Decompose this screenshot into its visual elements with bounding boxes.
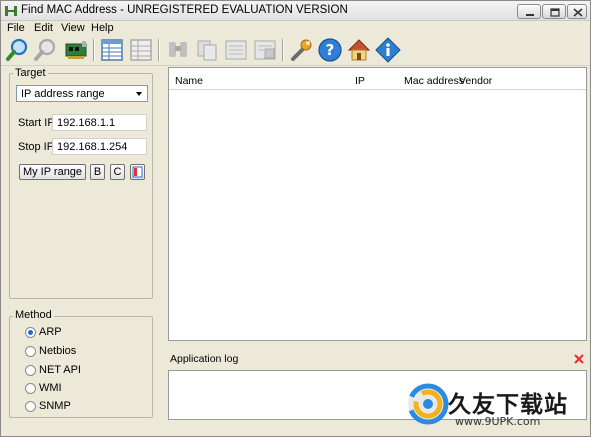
column-mac-address[interactable]: Mac address — [404, 75, 464, 87]
column-name[interactable]: Name — [175, 75, 203, 87]
info-button[interactable] — [375, 37, 401, 63]
close-icon — [573, 8, 583, 17]
minimize-button[interactable] — [517, 4, 541, 19]
class-b-button[interactable]: B — [90, 164, 105, 180]
stop-ip-field[interactable]: 192.168.1.254 — [52, 138, 147, 155]
menu-help[interactable]: Help — [91, 22, 114, 34]
settings-button[interactable] — [288, 37, 314, 63]
info-icon — [375, 37, 401, 63]
copy-icon — [197, 40, 217, 61]
target-mode-value: IP address range — [21, 88, 105, 100]
start-ip-value: 192.168.1.1 — [57, 117, 116, 129]
app-window: Find MAC Address - UNREGISTERED EVALUATI… — [0, 0, 591, 437]
svg-text:?: ? — [326, 41, 335, 59]
stop-search-button[interactable] — [33, 37, 59, 63]
network-card-button[interactable] — [63, 37, 89, 63]
binoculars-button[interactable] — [165, 37, 191, 63]
toolbar-separator — [158, 39, 160, 61]
results-list[interactable]: Name IP Mac address Vendor — [168, 67, 587, 341]
toolbar: ? — [1, 35, 590, 66]
method-arp-radio[interactable] — [25, 327, 36, 338]
find-icon — [6, 38, 28, 61]
table-view-icon — [101, 39, 123, 61]
minimize-icon — [526, 14, 534, 16]
menu-edit[interactable]: Edit — [34, 22, 53, 34]
method-netapi-label: NET API — [39, 364, 81, 376]
application-log-label: Application log — [170, 353, 239, 365]
my-ip-range-button[interactable]: My IP range — [19, 164, 86, 180]
method-wmi-radio[interactable] — [25, 383, 36, 394]
report-button[interactable] — [223, 37, 249, 63]
ip-range-list-button[interactable] — [130, 164, 145, 180]
method-group-label: Method — [13, 309, 54, 321]
target-group-label: Target — [13, 67, 48, 79]
help-icon: ? — [318, 38, 342, 62]
method-netapi-radio[interactable] — [25, 365, 36, 376]
save-report-icon — [254, 40, 276, 60]
watermark-url: www.9UPK.com — [455, 415, 541, 428]
stop-search-icon — [34, 38, 56, 61]
table-export-button[interactable] — [128, 37, 154, 63]
copy-button[interactable] — [194, 37, 220, 63]
title-bar: Find MAC Address - UNREGISTERED EVALUATI… — [1, 1, 590, 21]
menu-bar: File Edit View Help — [1, 21, 590, 35]
column-vendor[interactable]: Vendor — [459, 75, 492, 87]
watermark: 久友下载站 www.9UPK.com — [405, 379, 590, 434]
wrench-icon — [291, 39, 312, 61]
binoculars-icon — [169, 42, 187, 57]
network-card-icon — [65, 41, 87, 59]
target-mode-select[interactable]: IP address range — [16, 85, 148, 102]
maximize-button[interactable] — [542, 4, 566, 19]
watermark-text: 久友下载站 — [448, 392, 568, 418]
maximize-icon — [550, 8, 560, 17]
class-c-button[interactable]: C — [110, 164, 125, 180]
method-netbios-label: Netbios — [39, 345, 77, 357]
watermark-logo-icon — [407, 383, 449, 425]
column-ip[interactable]: IP — [355, 75, 365, 87]
target-group — [9, 73, 153, 299]
home-icon — [347, 39, 371, 61]
report-icon — [225, 40, 247, 60]
toolbar-separator — [93, 39, 95, 61]
method-arp-label: ARP — [39, 326, 62, 338]
results-header: Name IP Mac address Vendor — [169, 68, 586, 90]
toolbar-separator — [282, 39, 284, 61]
menu-view[interactable]: View — [61, 22, 85, 34]
close-log-icon[interactable] — [574, 354, 584, 364]
save-report-button[interactable] — [252, 37, 278, 63]
chevron-down-icon — [136, 92, 142, 96]
app-icon — [5, 6, 17, 16]
close-button[interactable] — [567, 4, 587, 19]
table-export-icon — [130, 39, 152, 61]
method-wmi-label: WMI — [39, 382, 62, 394]
window-title: Find MAC Address - UNREGISTERED EVALUATI… — [21, 4, 348, 16]
home-button[interactable] — [346, 37, 372, 63]
method-netbios-radio[interactable] — [25, 346, 36, 357]
help-button[interactable]: ? — [317, 37, 343, 63]
menu-file[interactable]: File — [7, 22, 25, 34]
method-snmp-radio[interactable] — [25, 401, 36, 412]
method-snmp-label: SNMP — [39, 400, 71, 412]
table-view-button[interactable] — [99, 37, 125, 63]
list-icon — [132, 166, 143, 178]
start-ip-field[interactable]: 192.168.1.1 — [52, 114, 147, 131]
application-log-bar: Application log — [168, 350, 587, 367]
find-button[interactable] — [5, 37, 31, 63]
stop-ip-value: 192.168.1.254 — [57, 141, 128, 153]
